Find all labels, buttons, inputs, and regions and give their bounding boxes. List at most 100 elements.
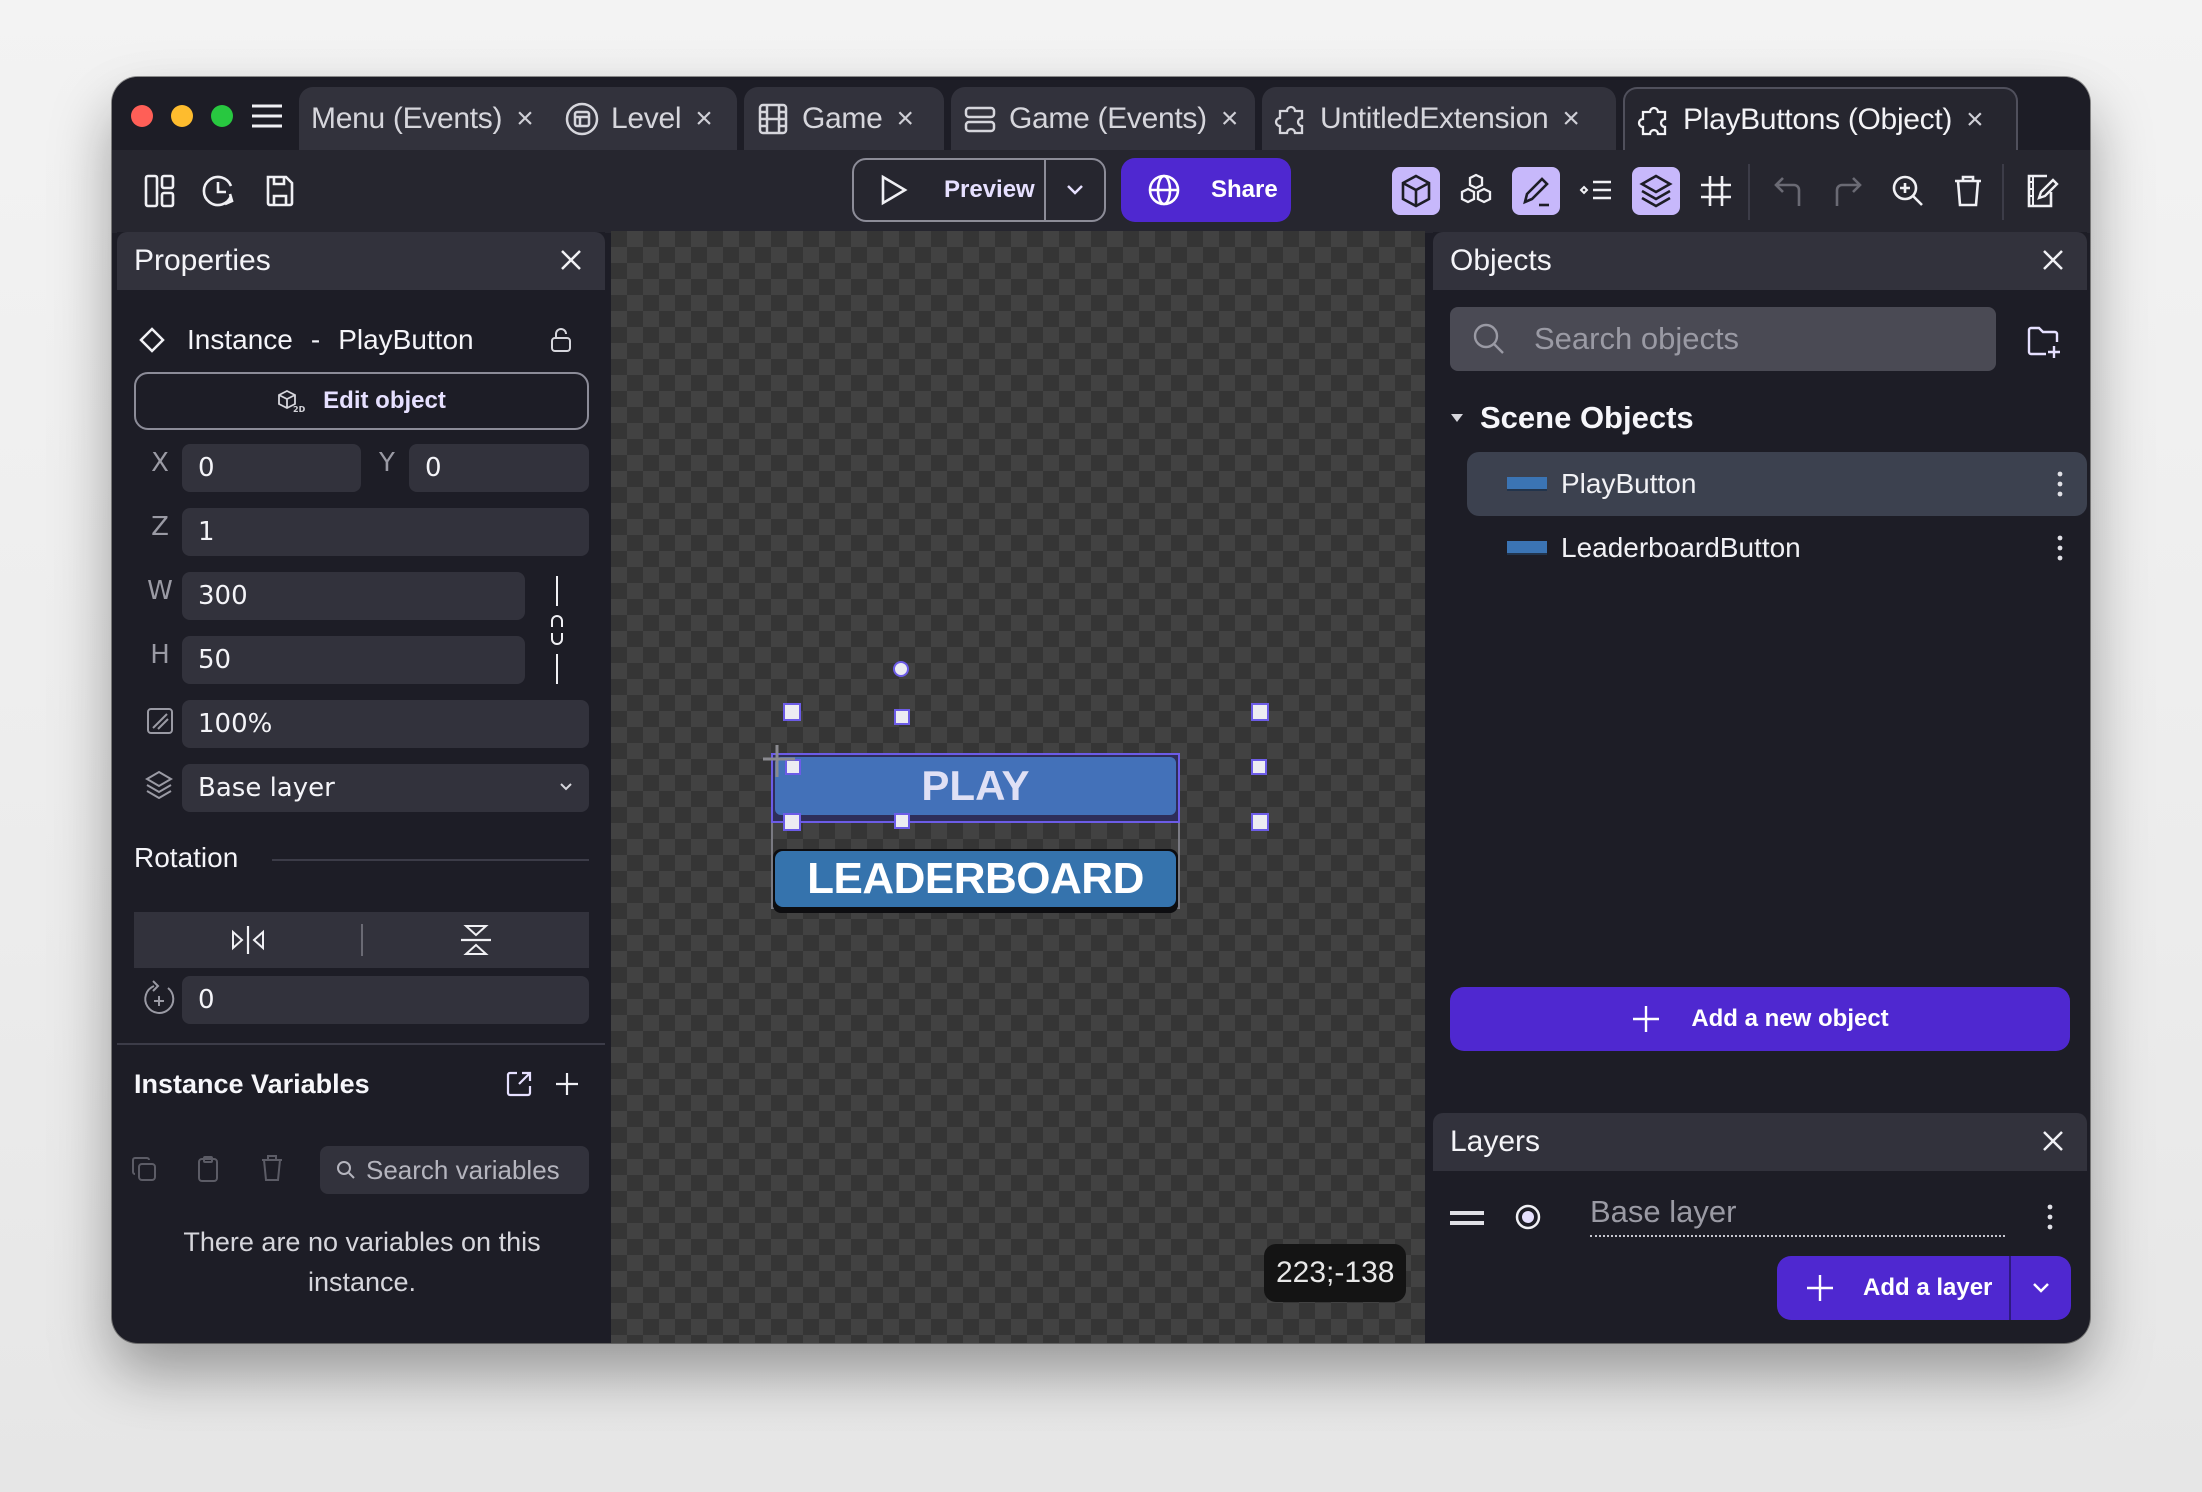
- preview-label: Preview: [944, 176, 1035, 203]
- resize-handle-top[interactable]: [894, 709, 910, 725]
- rotation-divider: [272, 859, 589, 861]
- add-variable-icon[interactable]: [554, 1071, 580, 1097]
- tab-close-icon[interactable]: ×: [1562, 102, 1580, 136]
- resize-handle-bottom-right[interactable]: [1251, 813, 1269, 831]
- search-variables-input[interactable]: Search variables: [320, 1146, 589, 1194]
- layers-toggle[interactable]: [1632, 167, 1680, 215]
- resize-handle-bottom-left[interactable]: [783, 813, 801, 831]
- tab-level[interactable]: Level ×: [553, 87, 737, 150]
- tab-close-icon[interactable]: ×: [1966, 103, 1984, 137]
- hamburger-menu-icon[interactable]: [250, 103, 284, 129]
- add-layer-button[interactable]: Add a layer: [1777, 1256, 2011, 1320]
- cursor-coordinates: 223;-138: [1264, 1244, 1407, 1302]
- delete-button[interactable]: [1944, 167, 1992, 215]
- height-value: 50: [198, 645, 232, 675]
- svg-text:2D: 2D: [293, 405, 305, 413]
- save-button[interactable]: [258, 169, 302, 213]
- object-3d-toggle[interactable]: [1392, 167, 1440, 215]
- x-input[interactable]: 0: [182, 444, 361, 492]
- layer-item-base-layer[interactable]: Base layer: [1433, 1185, 2087, 1249]
- share-button[interactable]: Share: [1121, 158, 1291, 222]
- preview-options-button[interactable]: [1046, 184, 1104, 196]
- edit-object-button[interactable]: 2D Edit object: [134, 372, 589, 430]
- object-item-leaderboardbutton[interactable]: LeaderboardButton: [1467, 516, 2087, 580]
- tab-close-icon[interactable]: ×: [516, 102, 534, 136]
- drag-handle-icon[interactable]: [1450, 1211, 1484, 1225]
- preview-button[interactable]: Preview: [854, 160, 1046, 220]
- scene-canvas[interactable]: PLAY LEADERBOARD 223;-138: [611, 231, 1425, 1343]
- tab-untitled-extension[interactable]: UntitledExtension ×: [1262, 87, 1616, 150]
- close-icon[interactable]: [2039, 246, 2067, 274]
- window-close-button[interactable]: [131, 105, 153, 127]
- history-button[interactable]: [198, 169, 242, 213]
- instance-title: Instance - PlayButton: [139, 320, 474, 360]
- new-folder-icon[interactable]: [2026, 324, 2062, 360]
- resize-handle-right[interactable]: [1251, 759, 1267, 775]
- leaderboard-button-instance[interactable]: LEADERBOARD: [773, 849, 1178, 913]
- object-groups-button[interactable]: [1452, 167, 1500, 215]
- open-external-icon[interactable]: [505, 1070, 533, 1098]
- play-button-instance[interactable]: PLAY: [771, 753, 1180, 823]
- tab-close-icon[interactable]: ×: [1221, 102, 1239, 136]
- layer-select[interactable]: Base layer: [182, 764, 589, 812]
- undo-button[interactable]: [1764, 167, 1812, 215]
- search-objects-placeholder: Search objects: [1534, 321, 1740, 356]
- panels-button[interactable]: [138, 169, 182, 213]
- zoom-in-icon: [1892, 175, 1923, 206]
- z-label: Z: [151, 512, 169, 542]
- width-input[interactable]: 300: [182, 572, 525, 620]
- grid-toggle[interactable]: [1692, 167, 1740, 215]
- opacity-icon: [147, 708, 173, 734]
- film-icon: [758, 103, 788, 134]
- tab-game-events[interactable]: Game (Events) ×: [951, 87, 1255, 150]
- z-input[interactable]: 1: [182, 508, 589, 556]
- window-zoom-button[interactable]: [211, 105, 233, 127]
- height-input[interactable]: 50: [182, 636, 525, 684]
- properties-edit-icon: [1523, 177, 1549, 207]
- copy-icon[interactable]: [131, 1156, 157, 1182]
- window-minimize-button[interactable]: [171, 105, 193, 127]
- flip-horizontal-button[interactable]: [134, 912, 362, 968]
- visibility-radio-icon[interactable]: [1514, 1203, 1542, 1231]
- layer-value: Base layer: [198, 773, 335, 803]
- objects-title: Objects: [1450, 244, 1552, 277]
- tab-label: Level: [611, 101, 682, 135]
- more-options-icon[interactable]: [2057, 534, 2063, 562]
- resize-handle-bottom[interactable]: [894, 813, 910, 829]
- close-icon[interactable]: [2039, 1127, 2067, 1155]
- tab-playbuttons-object[interactable]: PlayButtons (Object) ×: [1623, 87, 2018, 150]
- tab-label: Game (Events): [1009, 101, 1207, 135]
- edit-scene-button[interactable]: [2018, 167, 2066, 215]
- toolbar-divider: [1748, 164, 1750, 220]
- link-ratio-icon[interactable]: [547, 574, 567, 686]
- redo-button[interactable]: [1824, 167, 1872, 215]
- search-objects-input[interactable]: Search objects: [1450, 307, 1996, 371]
- tab-close-icon[interactable]: ×: [897, 102, 915, 136]
- flip-horizontal-icon: [232, 926, 264, 954]
- delete-variable-icon[interactable]: [260, 1154, 284, 1182]
- add-new-object-button[interactable]: Add a new object: [1450, 987, 2070, 1051]
- scene-objects-group[interactable]: Scene Objects: [1450, 400, 1694, 436]
- layer-name-input[interactable]: Base layer: [1590, 1189, 2005, 1237]
- tab-label: Menu (Events): [311, 101, 503, 135]
- lock-open-icon[interactable]: [550, 327, 572, 353]
- more-options-icon[interactable]: [2047, 1203, 2053, 1231]
- resize-handle-top-left[interactable]: [783, 703, 801, 721]
- y-input[interactable]: 0: [409, 444, 589, 492]
- tab-menu-events[interactable]: Menu (Events) ×: [299, 87, 591, 150]
- zoom-button[interactable]: [1884, 167, 1932, 215]
- tab-game[interactable]: Game ×: [744, 87, 944, 150]
- object-item-playbutton[interactable]: PlayButton: [1467, 452, 2087, 516]
- resize-handle-top-right[interactable]: [1251, 703, 1269, 721]
- paste-icon[interactable]: [197, 1155, 219, 1183]
- instances-list-button[interactable]: [1572, 167, 1620, 215]
- angle-input[interactable]: 0: [182, 976, 589, 1024]
- tab-close-icon[interactable]: ×: [695, 102, 713, 136]
- more-options-icon[interactable]: [2057, 470, 2063, 498]
- rotation-handle[interactable]: [893, 661, 909, 677]
- close-icon[interactable]: [557, 246, 585, 274]
- opacity-input[interactable]: 100%: [182, 700, 589, 748]
- add-layer-options-button[interactable]: [2011, 1256, 2071, 1320]
- flip-vertical-button[interactable]: [363, 912, 589, 968]
- properties-toggle[interactable]: [1512, 167, 1560, 215]
